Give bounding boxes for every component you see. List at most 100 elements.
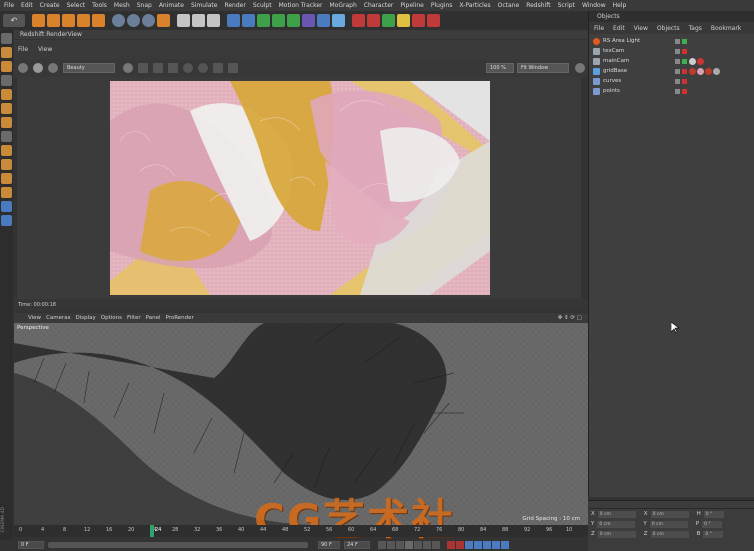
objects-menu-edit[interactable]: Edit [613, 25, 625, 32]
viewport-menu-view[interactable]: View [28, 315, 41, 321]
material-tag-icon[interactable] [697, 67, 704, 75]
enable-axis-icon[interactable] [1, 131, 12, 142]
move-icon[interactable] [47, 14, 60, 27]
object-row-points[interactable]: points [593, 86, 754, 96]
render-picture-viewer-icon[interactable] [192, 14, 205, 27]
viewport-menu-filter[interactable]: Filter [127, 315, 141, 321]
viewport-menu-panel[interactable]: Panel [146, 315, 161, 321]
redshift-material-icon[interactable] [382, 14, 395, 27]
object-row-curves[interactable]: curves [593, 76, 754, 86]
visibility-toggle[interactable] [675, 88, 680, 94]
record-icon[interactable] [447, 541, 455, 549]
menu-file[interactable]: File [4, 2, 14, 9]
visibility-toggle[interactable] [675, 48, 680, 54]
redshift-proxy-icon[interactable] [367, 14, 380, 27]
redshift-settings-icon[interactable] [427, 14, 440, 27]
material-tag-icon[interactable] [689, 67, 696, 75]
visibility-toggle[interactable] [675, 38, 680, 44]
menu-tools[interactable]: Tools [92, 2, 107, 9]
workplane-icon[interactable] [1, 75, 12, 86]
objects-menu-file[interactable]: File [594, 25, 604, 32]
cube-icon[interactable] [227, 14, 240, 27]
previous-frame-icon[interactable] [396, 541, 404, 549]
size-z-field[interactable]: 0 cm [650, 530, 689, 538]
menu-help[interactable]: Help [613, 2, 627, 9]
protection-tag-icon[interactable] [697, 57, 704, 65]
points-mode-icon[interactable] [1, 89, 12, 100]
zoom-field[interactable]: 100 % [486, 63, 514, 73]
menu-character[interactable]: Character [364, 2, 394, 9]
rotation-b-field[interactable]: 0 ° [703, 530, 724, 538]
preview-range-slider[interactable] [48, 542, 308, 548]
menu-x-particles[interactable]: X-Particles [459, 2, 490, 9]
menu-redshift[interactable]: Redshift [526, 2, 550, 9]
viewport-nav-icons[interactable]: ✥ ⇕ ⟳ ▢ [558, 315, 582, 321]
redshift-light-icon[interactable] [397, 14, 410, 27]
array-icon[interactable] [272, 14, 285, 27]
redshift-ipr-icon[interactable] [412, 14, 425, 27]
compare-snapshot-icon[interactable] [228, 63, 238, 73]
play-icon[interactable] [405, 541, 413, 549]
renderview-menu-file[interactable]: File [18, 46, 28, 53]
viewport-menu-cameras[interactable]: Cameras [46, 315, 70, 321]
lock-workplane-icon[interactable] [1, 173, 12, 184]
z-axis-icon[interactable] [142, 14, 155, 27]
object-row-gridbase[interactable]: gridBase [593, 66, 754, 76]
undo-icon[interactable]: ↶ [3, 14, 25, 27]
layer-icon[interactable] [1, 215, 12, 226]
coordinate-system-icon[interactable] [157, 14, 170, 27]
tweak-icon[interactable] [1, 145, 12, 156]
settings-gear-icon[interactable] [575, 63, 585, 73]
fit-window-dropdown[interactable]: Fit Window [517, 63, 569, 73]
menu-motion-tracker[interactable]: Motion Tracker [279, 2, 323, 9]
go-to-end-icon[interactable] [432, 541, 440, 549]
enable-toggle[interactable] [682, 68, 687, 74]
menu-edit[interactable]: Edit [21, 2, 33, 9]
previous-key-icon[interactable] [387, 541, 395, 549]
visibility-toggle[interactable] [675, 68, 680, 74]
camera-tag-icon[interactable] [689, 57, 696, 65]
size-y-field[interactable]: 0 cm [649, 520, 688, 528]
autokey-icon[interactable] [456, 541, 464, 549]
fps-field[interactable]: 24 F [344, 541, 370, 549]
edges-mode-icon[interactable] [1, 103, 12, 114]
enable-toggle[interactable] [682, 78, 687, 84]
menu-sculpt[interactable]: Sculpt [253, 2, 272, 9]
end-frame-field[interactable]: 90 F [318, 541, 340, 549]
menu-animate[interactable]: Animate [159, 2, 184, 9]
polygons-mode-icon[interactable] [1, 117, 12, 128]
menu-octane[interactable]: Octane [498, 2, 520, 9]
menu-window[interactable]: Window [582, 2, 606, 9]
live-select-icon[interactable] [32, 14, 45, 27]
pen-icon[interactable] [242, 14, 255, 27]
object-row-texcam[interactable]: texCam [593, 46, 754, 56]
position-z-field[interactable]: 0 cm [597, 530, 636, 538]
renderview-menu-view[interactable]: View [38, 46, 52, 53]
menu-mograph[interactable]: MoGraph [330, 2, 357, 9]
y-axis-icon[interactable] [127, 14, 140, 27]
position-x-field[interactable]: 0 cm [597, 510, 636, 518]
enable-toggle[interactable] [682, 48, 687, 54]
next-key-icon[interactable] [423, 541, 431, 549]
rotation-p-field[interactable]: 0 ° [702, 520, 723, 528]
objects-menu-view[interactable]: View [634, 25, 648, 32]
viewport-menu-prorender[interactable]: ProRender [166, 315, 194, 321]
rotation-key-icon[interactable] [483, 541, 491, 549]
render-play-icon[interactable] [33, 63, 43, 73]
crop-icon[interactable] [138, 63, 148, 73]
start-frame-field[interactable]: 0 F [18, 541, 44, 549]
menu-select[interactable]: Select [67, 2, 86, 9]
next-frame-icon[interactable] [414, 541, 422, 549]
objects-menu-objects[interactable]: Objects [657, 25, 680, 32]
visibility-toggle[interactable] [675, 58, 680, 64]
viewport-menu-options[interactable]: Options [101, 315, 122, 321]
deformer-icon[interactable] [287, 14, 300, 27]
light-icon[interactable] [332, 14, 345, 27]
timeline-ruler[interactable]: 0 4 8 12 16 20 24 28 32 36 40 44 48 52 5… [14, 525, 588, 537]
x-axis-icon[interactable] [112, 14, 125, 27]
objects-menu-tags[interactable]: Tags [689, 25, 702, 32]
bucket-icon[interactable] [123, 63, 133, 73]
recent-tools-icon[interactable] [92, 14, 105, 27]
current-frame-marker[interactable] [150, 525, 154, 537]
exposure-icon[interactable] [198, 63, 208, 73]
